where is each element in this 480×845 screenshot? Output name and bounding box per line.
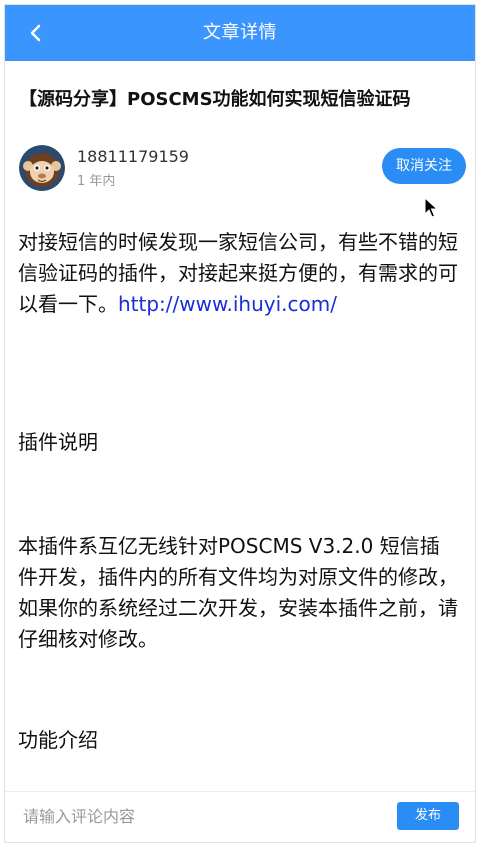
article-body: 对接短信的时候发现一家短信公司，有些不错的短信验证码的插件，对接起来挺方便的，有… xyxy=(18,227,466,752)
section-heading-plugin-info: 插件说明 xyxy=(18,430,98,454)
author-avatar[interactable] xyxy=(19,145,65,191)
website-link[interactable]: http://www.ihuyi.com/ xyxy=(118,292,337,316)
article-paragraph: 对接短信的时候发现一家短信公司，有些不错的短信验证码的插件，对接起来挺方便的，有… xyxy=(18,227,466,320)
page-title: 文章详情 xyxy=(203,22,277,43)
article-title: 【源码分享】POSCMS功能如何实现短信验证码 xyxy=(19,89,411,110)
section-heading-features: 功能介绍 xyxy=(18,728,98,752)
comment-bar: 发布 xyxy=(5,791,475,842)
monkey-avatar-icon xyxy=(19,145,65,191)
top-nav-bar: 文章详情 xyxy=(5,5,475,61)
app-frame: 文章详情 【源码分享】POSCMS功能如何实现短信验证码 18811179159… xyxy=(4,4,476,843)
publish-button[interactable]: 发布 xyxy=(397,802,459,830)
article-paragraph: 本插件系互亿无线针对POSCMS V3.2.0 短信插件开发，插件内的所有文件均… xyxy=(18,534,458,651)
unfollow-button[interactable]: 取消关注 xyxy=(382,148,466,184)
author-name: 18811179159 xyxy=(77,147,189,166)
mouse-cursor-icon xyxy=(424,197,438,218)
comment-input[interactable] xyxy=(23,801,373,831)
post-time: 1 年内 xyxy=(77,174,116,189)
author-info: 18811179159 1 年内 取消关注 xyxy=(19,145,466,195)
